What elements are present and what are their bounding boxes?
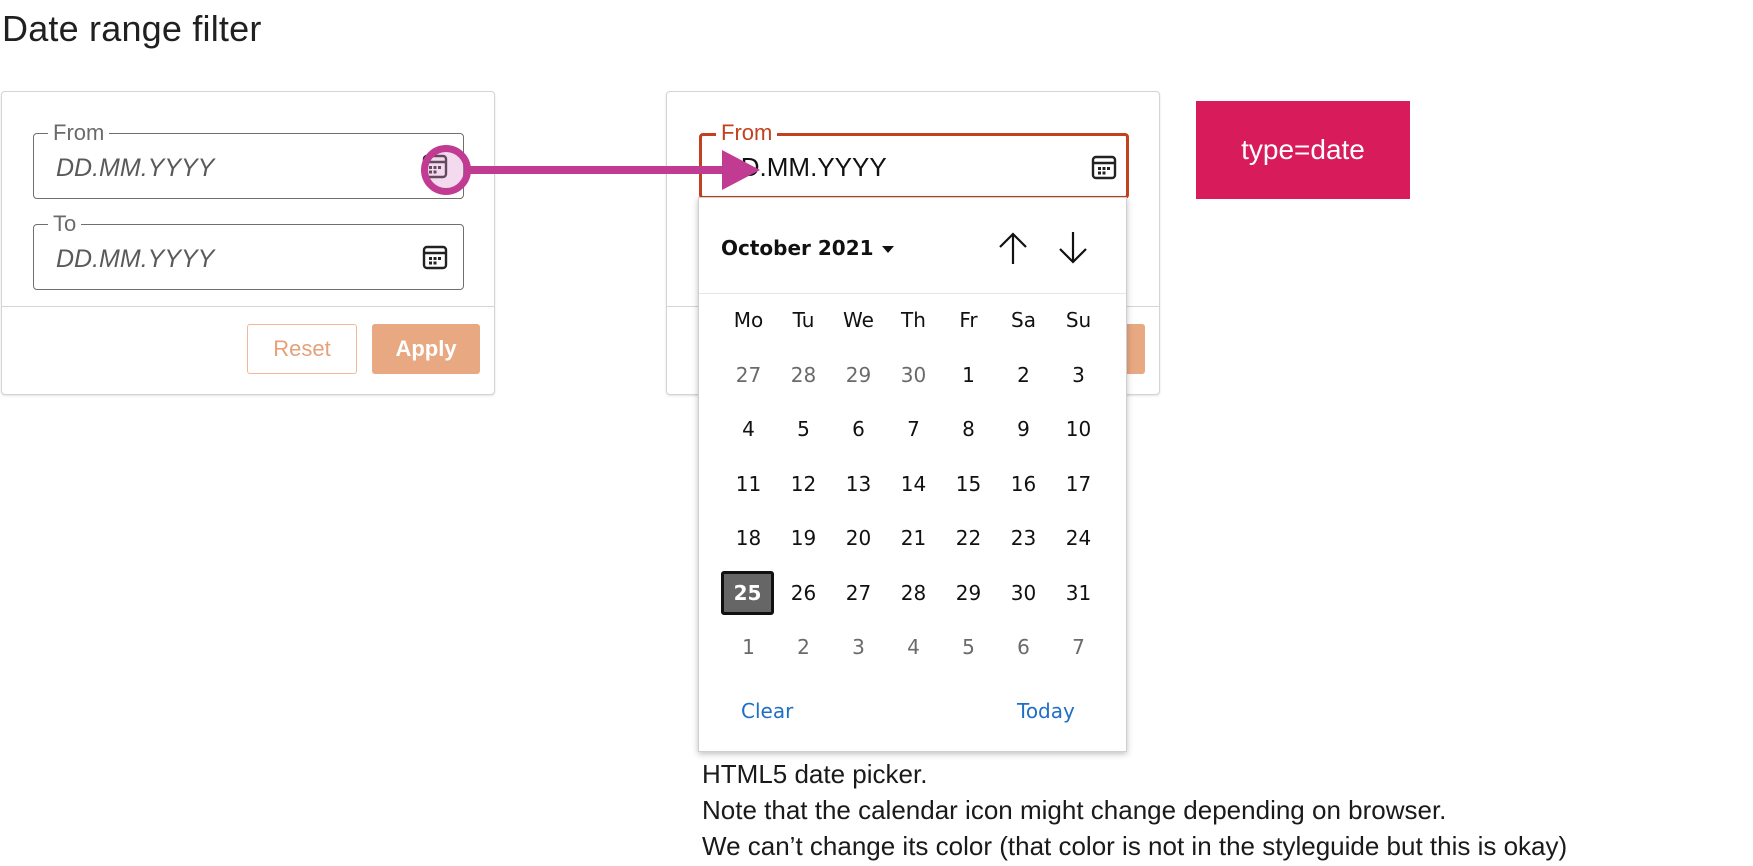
day-cell[interactable]: 30 <box>886 353 941 397</box>
day-cell[interactable]: 1 <box>941 353 996 397</box>
from-legend: From <box>48 121 110 145</box>
day-cell[interactable]: 23 <box>996 516 1051 560</box>
week-row: 11 12 13 14 15 16 17 <box>721 462 1106 506</box>
day-cell[interactable]: 20 <box>831 516 886 560</box>
day-cell[interactable]: 8 <box>941 407 996 451</box>
type-date-tag: type=date <box>1196 101 1410 199</box>
weekday-label: Su <box>1065 308 1092 332</box>
day-cell[interactable]: 14 <box>886 462 941 506</box>
day-cell[interactable]: 27 <box>831 571 886 615</box>
day-cell[interactable]: 15 <box>941 462 996 506</box>
day-cell[interactable]: 24 <box>1051 516 1106 560</box>
day-cell[interactable]: 19 <box>776 516 831 560</box>
day-cell[interactable]: 7 <box>886 407 941 451</box>
reset-button[interactable]: Reset <box>247 324 357 374</box>
month-year-select[interactable]: October 2021 <box>721 236 894 260</box>
day-cell[interactable]: 12 <box>776 462 831 506</box>
to-placeholder: DD.MM.YYYY <box>56 245 215 273</box>
to-legend: To <box>48 212 82 236</box>
day-cell[interactable]: 22 <box>941 516 996 560</box>
note-line: HTML5 date picker. <box>702 759 928 789</box>
weekday-label: Th <box>901 308 926 332</box>
weekday-header: Mo Tu We Th Fr Sa Su <box>721 308 1106 332</box>
day-cell[interactable]: 9 <box>996 407 1051 451</box>
week-row: 25 26 27 28 29 30 31 <box>721 571 1106 615</box>
day-cell[interactable]: 26 <box>776 571 831 615</box>
day-cell[interactable]: 21 <box>886 516 941 560</box>
arrow-up-icon[interactable] <box>995 228 1031 268</box>
week-row: 27 28 29 30 1 2 3 <box>721 353 1106 397</box>
day-cell[interactable]: 18 <box>721 516 776 560</box>
day-cell[interactable]: 29 <box>941 571 996 615</box>
day-cell[interactable]: 17 <box>1051 462 1106 506</box>
week-row: 18 19 20 21 22 23 24 <box>721 516 1106 560</box>
day-cell[interactable]: 13 <box>831 462 886 506</box>
day-cell[interactable]: 10 <box>1051 407 1106 451</box>
card-divider <box>2 306 494 307</box>
day-cell[interactable]: 27 <box>721 353 776 397</box>
picker-footer: Clear Today <box>699 673 1126 751</box>
from-field-focused[interactable]: From DD.MM.YYYY <box>699 121 1129 199</box>
weekday-label: Fr <box>959 308 978 332</box>
day-cell[interactable]: 31 <box>1051 571 1106 615</box>
day-cell[interactable]: 7 <box>1051 625 1106 669</box>
day-cell[interactable]: 5 <box>776 407 831 451</box>
date-filter-card: From DD.MM.YYYY To DD.MM.YYYY Reset Appl… <box>1 91 495 395</box>
day-cell[interactable]: 4 <box>721 407 776 451</box>
highlight-circle <box>421 145 471 195</box>
from-input-value: DD.MM.YYYY <box>722 152 887 182</box>
day-cell[interactable]: 11 <box>721 462 776 506</box>
weekday-label: We <box>843 308 874 332</box>
weekday-label: Tu <box>792 308 815 332</box>
arrow-down-icon[interactable] <box>1055 228 1091 268</box>
calendar-icon[interactable] <box>421 243 449 271</box>
day-cell[interactable]: 28 <box>776 353 831 397</box>
date-picker-popup: October 2021 Mo Tu We Th Fr Sa Su 27 28 … <box>698 197 1127 752</box>
caret-down-icon <box>881 246 894 253</box>
day-cell[interactable]: 6 <box>831 407 886 451</box>
day-cell[interactable]: 28 <box>886 571 941 615</box>
from-legend: From <box>716 121 778 145</box>
day-cell[interactable]: 3 <box>1051 353 1106 397</box>
day-cell[interactable]: 30 <box>996 571 1051 615</box>
month-label: October 2021 <box>721 236 874 260</box>
to-field[interactable]: To DD.MM.YYYY <box>33 212 464 290</box>
weekday-label: Mo <box>733 308 764 332</box>
day-cell[interactable]: 2 <box>776 625 831 669</box>
weekday-label: Sa <box>1011 308 1036 332</box>
day-cell[interactable]: 16 <box>996 462 1051 506</box>
day-cell[interactable]: 2 <box>996 353 1051 397</box>
day-cell[interactable]: 3 <box>831 625 886 669</box>
note-line: Note that the calendar icon might change… <box>702 795 1447 825</box>
page-title: Date range filter <box>2 8 262 49</box>
day-cell[interactable]: 1 <box>721 625 776 669</box>
day-cell[interactable]: 5 <box>941 625 996 669</box>
day-cell[interactable]: 6 <box>996 625 1051 669</box>
today-button[interactable]: Today <box>1017 699 1075 723</box>
clear-button[interactable]: Clear <box>741 699 793 723</box>
calendar-icon[interactable] <box>1090 153 1118 181</box>
from-placeholder: DD.MM.YYYY <box>56 154 215 182</box>
picker-header: October 2021 <box>699 198 1126 294</box>
day-cell-selected[interactable]: 25 <box>721 571 774 615</box>
note-line: We can’t change its color (that color is… <box>702 831 1568 861</box>
week-row: 1 2 3 4 5 6 7 <box>721 625 1106 669</box>
apply-button[interactable]: Apply <box>372 324 480 374</box>
explanation-note: HTML5 date picker. Note that the calenda… <box>702 756 1567 864</box>
day-cell[interactable]: 4 <box>886 625 941 669</box>
week-row: 4 5 6 7 8 9 10 <box>721 407 1106 451</box>
from-field[interactable]: From DD.MM.YYYY <box>33 121 464 199</box>
day-cell[interactable]: 29 <box>831 353 886 397</box>
